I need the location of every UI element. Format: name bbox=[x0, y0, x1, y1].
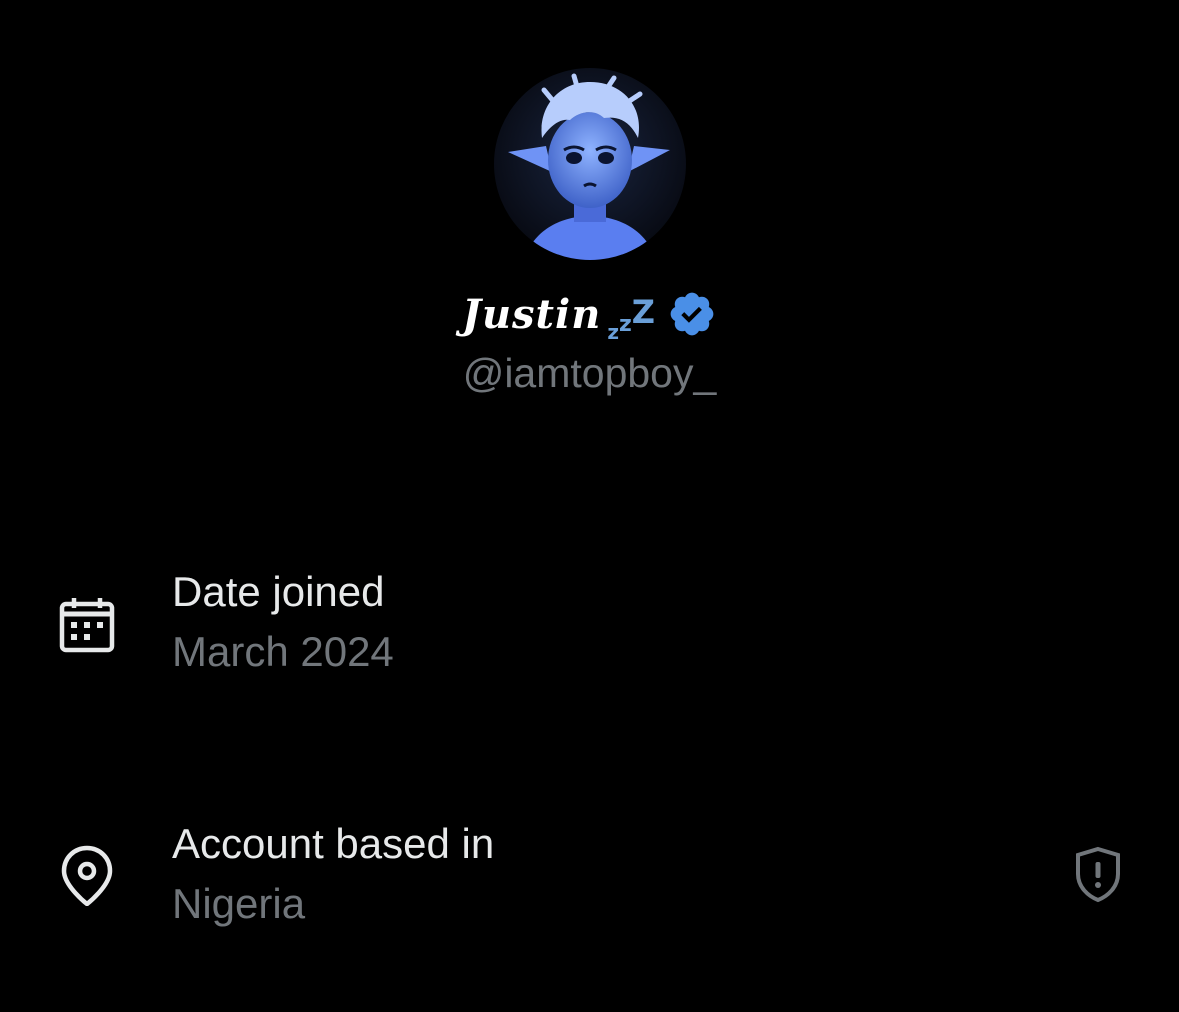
sleeping-emoji-icon: z z Z bbox=[607, 293, 655, 344]
shield-alert-icon[interactable] bbox=[1068, 844, 1128, 904]
calendar-icon bbox=[56, 594, 118, 656]
date-joined-row: Date joined March 2024 bbox=[0, 560, 1179, 690]
name-row: Justin z z Z bbox=[0, 284, 1179, 344]
date-joined-label: Date joined bbox=[172, 568, 385, 615]
display-name: Justin bbox=[462, 290, 602, 338]
account-location-label: Account based in bbox=[172, 820, 495, 867]
avatar-illustration-icon bbox=[494, 68, 686, 260]
account-location-value: Nigeria bbox=[172, 880, 306, 927]
location-pin-icon bbox=[56, 844, 118, 907]
date-joined-value: March 2024 bbox=[172, 628, 394, 675]
verified-badge-icon[interactable] bbox=[667, 289, 717, 339]
user-handle: @iamtopboy_ bbox=[462, 350, 717, 396]
account-location-row: Account based in Nigeria bbox=[0, 812, 1179, 942]
avatar[interactable] bbox=[494, 68, 686, 260]
